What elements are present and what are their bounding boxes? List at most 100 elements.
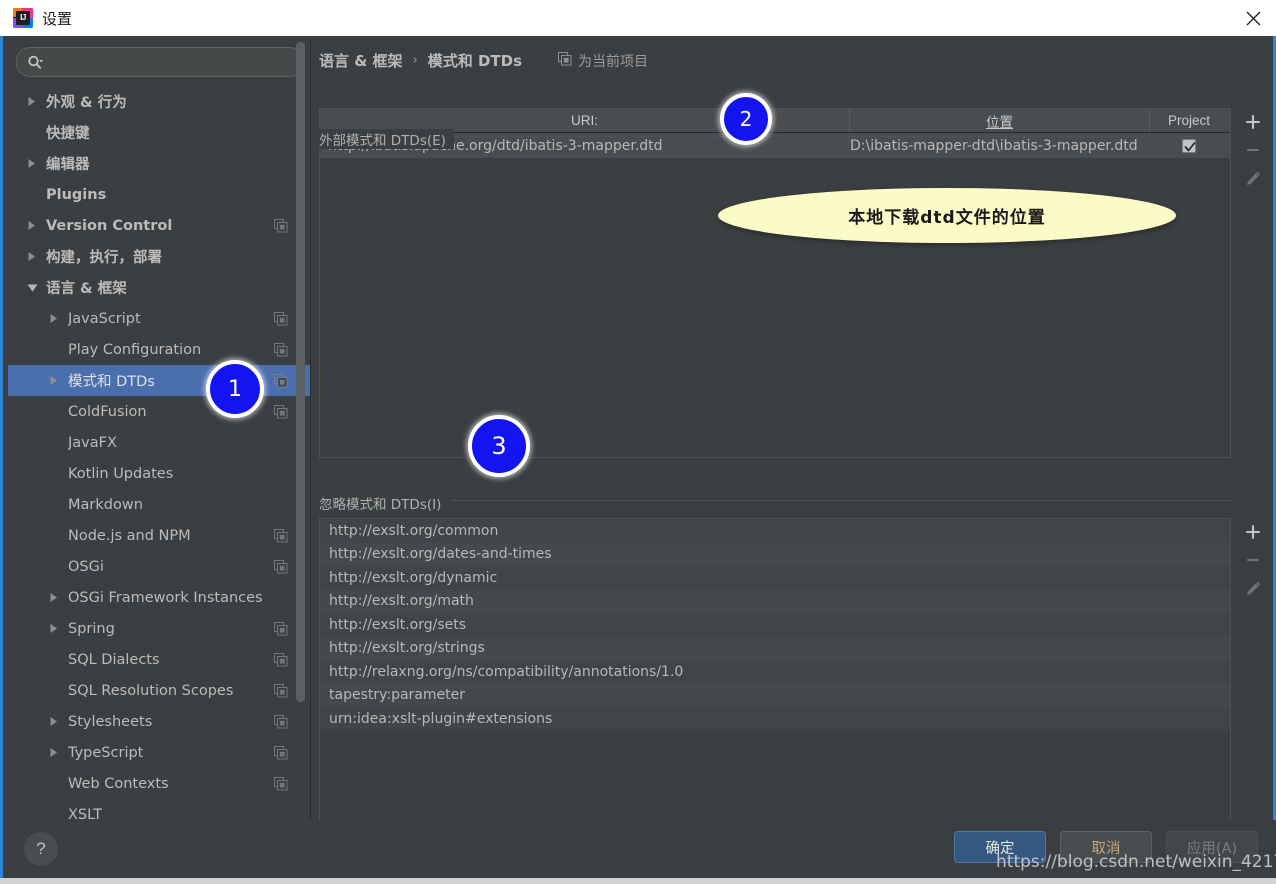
chevron-right-icon[interactable] bbox=[48, 716, 60, 728]
copy-icon bbox=[274, 342, 288, 357]
edit-ignored-button[interactable] bbox=[1239, 574, 1267, 602]
copy-icon bbox=[274, 218, 288, 233]
sidebar-item-play-configuration[interactable]: Play Configuration bbox=[8, 334, 310, 365]
sidebar-item-[interactable]: 外观 & 行为 bbox=[8, 86, 310, 117]
sidebar-item-label: 模式和 DTDs bbox=[68, 374, 155, 390]
chevron-right-icon[interactable] bbox=[48, 313, 60, 325]
list-item[interactable]: http://exslt.org/dynamic bbox=[320, 566, 1230, 590]
sidebar-item-[interactable]: 编辑器 bbox=[8, 148, 310, 179]
column-header-project[interactable]: Project bbox=[1150, 109, 1228, 132]
chevron-right-icon[interactable] bbox=[48, 747, 60, 759]
sidebar-item-stylesheets[interactable]: Stylesheets bbox=[8, 706, 310, 737]
settings-sidebar: 外观 & 行为快捷键编辑器 Plugins Version Control 构建，执行… bbox=[8, 40, 311, 823]
sidebar-item-label: OSGi Framework Instances bbox=[68, 589, 263, 606]
copy-icon bbox=[274, 311, 288, 326]
sidebar-item-label: 语言 & 框架 bbox=[46, 281, 127, 297]
watermark: https://blog.csdn.net/weixin_42172228 bbox=[996, 852, 1276, 872]
sidebar-item-web-contexts[interactable]: Web Contexts bbox=[8, 768, 310, 799]
sidebar-item-label: Kotlin Updates bbox=[68, 465, 174, 482]
external-table-toolbar bbox=[1233, 108, 1271, 192]
sidebar-item-label: ColdFusion bbox=[68, 403, 147, 420]
sidebar-item-sql-dialects[interactable]: SQL Dialects bbox=[8, 644, 310, 675]
copy-icon bbox=[558, 51, 572, 70]
for-current-project: 为当前项目 bbox=[558, 51, 648, 71]
column-header-location[interactable]: 位置 bbox=[850, 109, 1150, 132]
section-divider bbox=[451, 136, 1231, 137]
sidebar-item-label: Play Configuration bbox=[68, 341, 202, 358]
ignored-list-toolbar bbox=[1233, 518, 1271, 602]
annotation-callout: 本地下载dtd文件的位置 bbox=[718, 188, 1176, 243]
sidebar-item-[interactable]: 构建，执行，部署 bbox=[8, 241, 310, 272]
list-item[interactable]: http://exslt.org/sets bbox=[320, 613, 1230, 637]
add-button[interactable] bbox=[1239, 108, 1267, 136]
sidebar-item-spring[interactable]: Spring bbox=[8, 613, 310, 644]
list-item[interactable]: http://exslt.org/strings bbox=[320, 636, 1230, 660]
sidebar-item-[interactable]: 语言 & 框架 bbox=[8, 272, 310, 303]
list-item[interactable]: urn:idea:xslt-plugin#extensions bbox=[320, 707, 1230, 731]
list-item[interactable]: http://exslt.org/common bbox=[320, 519, 1230, 543]
sidebar-item-node-js-and-npm[interactable]: Node.js and NPM bbox=[8, 520, 310, 551]
sidebar-item-label: Plugins bbox=[46, 186, 107, 203]
edit-button[interactable] bbox=[1239, 164, 1267, 192]
help-button[interactable]: ? bbox=[24, 832, 58, 866]
project-checkbox[interactable] bbox=[1182, 138, 1196, 153]
chevron-down-icon[interactable] bbox=[26, 282, 38, 294]
sidebar-item-osgi-framework-instances[interactable]: OSGi Framework Instances bbox=[8, 582, 310, 613]
sidebar-item-label: 编辑器 bbox=[46, 157, 90, 173]
ignored-schemas-list[interactable]: http://exslt.org/common http://exslt.org/… bbox=[319, 518, 1231, 823]
settings-detail-pane: 语言 & 框架 › 模式和 DTDs 为当前项目 外部模式和 DTDs(E) U… bbox=[311, 40, 1271, 823]
add-ignored-button[interactable] bbox=[1239, 518, 1267, 546]
list-item[interactable]: http://exslt.org/math bbox=[320, 589, 1230, 613]
chevron-right-icon[interactable] bbox=[26, 158, 38, 170]
external-schemas-label: 外部模式和 DTDs(E) bbox=[319, 129, 454, 149]
chevron-right-icon[interactable] bbox=[26, 96, 38, 108]
search-input[interactable] bbox=[48, 53, 293, 71]
sidebar-item-kotlin-updates[interactable]: Kotlin Updates bbox=[8, 458, 310, 489]
sidebar-item-markdown[interactable]: Markdown bbox=[8, 489, 310, 520]
for-current-project-label: 为当前项目 bbox=[578, 53, 649, 70]
copy-icon bbox=[274, 559, 288, 574]
search-box[interactable] bbox=[16, 47, 304, 77]
search-icon bbox=[27, 55, 44, 70]
list-item[interactable]: http://exslt.org/dates-and-times bbox=[320, 542, 1230, 566]
chevron-right-icon[interactable] bbox=[26, 220, 38, 232]
list-item[interactable]: http://relaxng.org/ns/compatibility/anno… bbox=[320, 660, 1230, 684]
chevron-right-icon[interactable] bbox=[26, 251, 38, 263]
sidebar-item-label: Stylesheets bbox=[68, 713, 153, 730]
sidebar-item-plugins[interactable]: Plugins bbox=[8, 179, 310, 210]
sidebar-item-version-control[interactable]: Version Control bbox=[8, 210, 310, 241]
sidebar-scrollbar[interactable] bbox=[296, 42, 305, 702]
sidebar-item-label: Version Control bbox=[46, 217, 173, 234]
sidebar-item-coldfusion[interactable]: ColdFusion bbox=[8, 396, 310, 427]
copy-icon bbox=[274, 652, 288, 667]
sidebar-item-label: JavaScript bbox=[68, 310, 141, 327]
sidebar-item-label: SQL Resolution Scopes bbox=[68, 682, 234, 699]
sidebar-item-sql-resolution-scopes[interactable]: SQL Resolution Scopes bbox=[8, 675, 310, 706]
cell-location: D:\ibatis-mapper-dtd\ibatis-3-mapper.dtd bbox=[850, 137, 1138, 154]
chevron-right-icon[interactable] bbox=[48, 375, 60, 387]
sidebar-item-dtds[interactable]: 模式和 DTDs bbox=[8, 365, 310, 396]
settings-dialog: IJ 设置 外观 & 行为 快捷键 编辑器 Plugins Version Co… bbox=[0, 0, 1276, 884]
remove-ignored-button[interactable] bbox=[1239, 546, 1267, 574]
sidebar-item-osgi[interactable]: OSGi bbox=[8, 551, 310, 582]
chevron-right-icon[interactable] bbox=[48, 592, 60, 604]
section-divider-2 bbox=[451, 500, 1231, 501]
sidebar-item-label: JavaFX bbox=[68, 434, 117, 451]
copy-icon bbox=[274, 373, 288, 388]
close-icon[interactable] bbox=[1230, 0, 1276, 36]
copy-icon bbox=[274, 714, 288, 729]
sidebar-item-javascript[interactable]: JavaScript bbox=[8, 303, 310, 334]
desktop-strip bbox=[0, 878, 1276, 884]
annotation-marker-3: 3 bbox=[468, 415, 530, 477]
breadcrumb-parent[interactable]: 语言 & 框架 bbox=[319, 50, 403, 71]
list-item[interactable]: tapestry:parameter bbox=[320, 683, 1230, 707]
cell-project[interactable] bbox=[1150, 138, 1228, 153]
remove-button[interactable] bbox=[1239, 136, 1267, 164]
settings-tree[interactable]: 外观 & 行为快捷键编辑器 Plugins Version Control 构建，执行… bbox=[8, 86, 310, 823]
external-schemas-table[interactable]: URI: 位置 Project http://ibatis.apache.org… bbox=[319, 108, 1231, 458]
sidebar-item-label: 快捷键 bbox=[46, 126, 90, 142]
sidebar-item-javafx[interactable]: JavaFX bbox=[8, 427, 310, 458]
sidebar-item-typescript[interactable]: TypeScript bbox=[8, 737, 310, 768]
chevron-right-icon[interactable] bbox=[48, 623, 60, 635]
sidebar-item-[interactable]: 快捷键 bbox=[8, 117, 310, 148]
